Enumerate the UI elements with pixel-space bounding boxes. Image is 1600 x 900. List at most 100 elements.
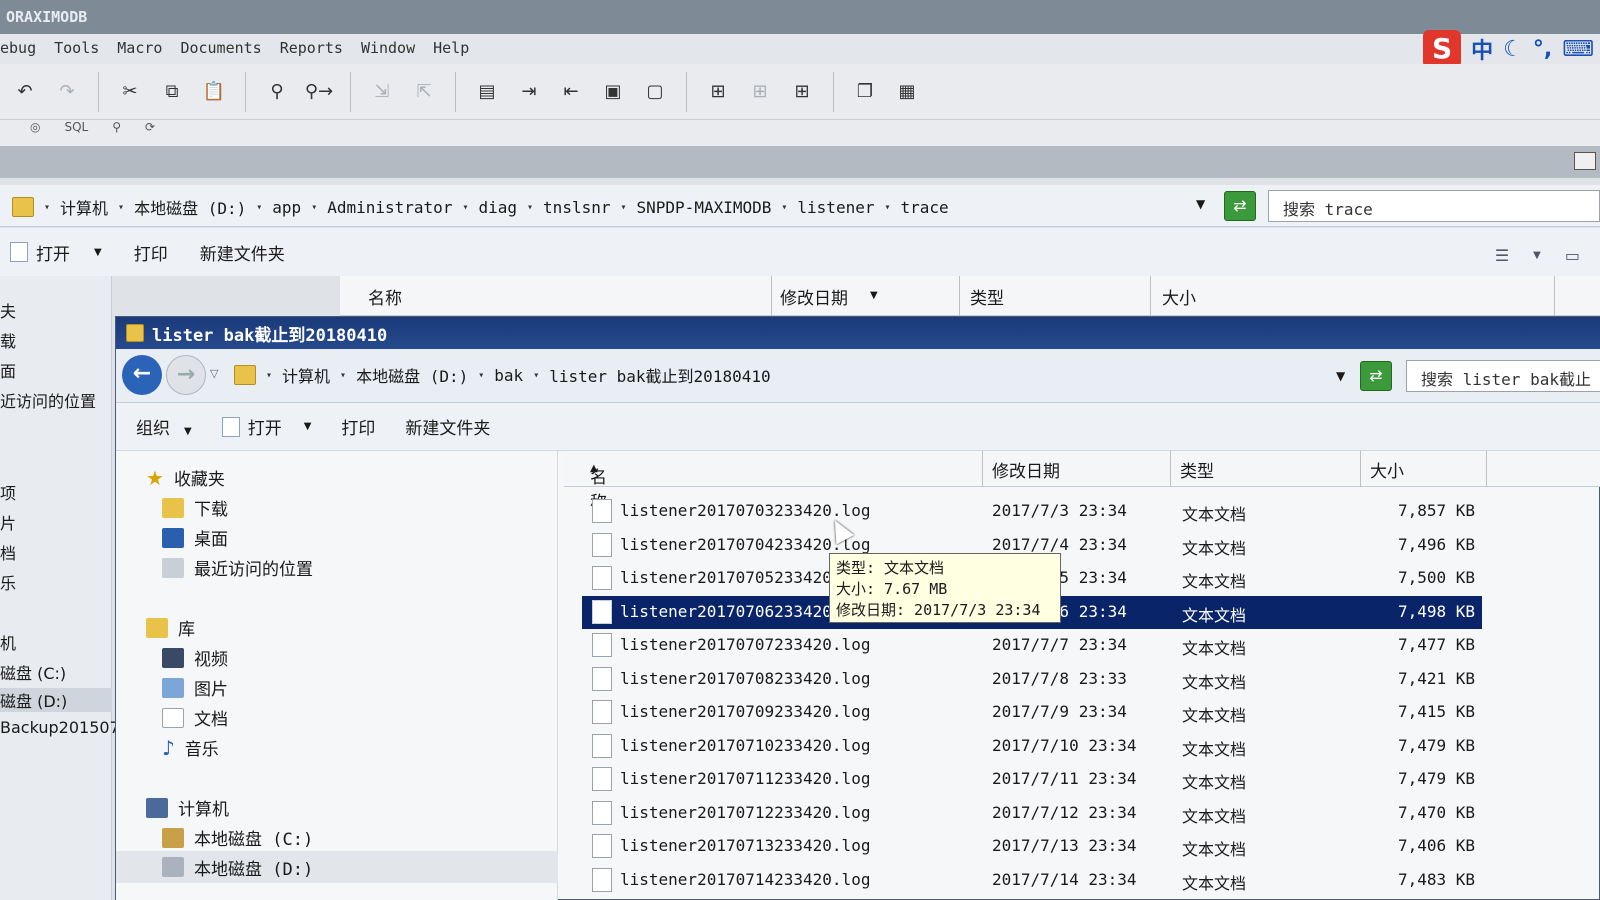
nav-desktop[interactable]: 桌面 bbox=[162, 525, 228, 550]
crumb-tnslsnr[interactable]: tnslsnr bbox=[543, 198, 610, 217]
nav-partial[interactable]: 载 bbox=[0, 328, 16, 352]
indent-icon[interactable]: ⇥ bbox=[512, 75, 546, 109]
nav-partial[interactable]: 项 bbox=[0, 480, 16, 504]
table-row[interactable]: listener20170712233420.log 2017/7/12 23:3… bbox=[582, 797, 1482, 830]
import-icon[interactable]: ⇲ bbox=[365, 75, 399, 109]
menu-documents[interactable]: Documents bbox=[180, 39, 261, 64]
search-input[interactable]: 搜索 lister bak截止 bbox=[1406, 360, 1600, 392]
history-dropdown-icon[interactable]: ▽ bbox=[210, 367, 218, 380]
refresh-icon[interactable]: ⇄ bbox=[1224, 191, 1256, 221]
binoculars-icon[interactable]: ⚲ bbox=[112, 120, 121, 146]
menu-reports[interactable]: Reports bbox=[280, 39, 343, 64]
schema-icon[interactable]: ⊞ bbox=[701, 75, 735, 109]
chevron-right-icon[interactable]: ▾ bbox=[478, 370, 484, 381]
chevron-right-icon[interactable]: ▾ bbox=[620, 202, 626, 213]
crumb-lister-bak[interactable]: lister bak截止到20180410 bbox=[549, 363, 770, 387]
table-row[interactable]: listener20170714233420.log 2017/7/14 23:3… bbox=[582, 864, 1482, 897]
moon-icon[interactable]: ☾ bbox=[1503, 37, 1523, 62]
chevron-right-icon[interactable]: ▾ bbox=[340, 370, 346, 381]
view-list-icon[interactable]: ☰ bbox=[1495, 246, 1509, 265]
chevron-right-icon[interactable]: ▾ bbox=[884, 202, 890, 213]
back-arrow-icon[interactable]: ← bbox=[122, 355, 162, 395]
crumb-diag[interactable]: diag bbox=[478, 198, 517, 217]
window-titlebar[interactable]: lister bak截止到20180410 bbox=[116, 317, 1600, 349]
print-button[interactable]: 打印 bbox=[341, 414, 375, 439]
schema-run-icon[interactable]: ⊞ bbox=[785, 75, 819, 109]
outdent-icon[interactable]: ⇤ bbox=[554, 75, 588, 109]
table-row[interactable]: listener20170713233420.log 2017/7/13 23:3… bbox=[582, 830, 1482, 863]
chevron-right-icon[interactable]: ▾ bbox=[527, 202, 533, 213]
page-red-icon[interactable]: ▣ bbox=[596, 75, 630, 109]
paste-icon[interactable]: 📋 bbox=[197, 75, 231, 109]
crumb-trace[interactable]: trace bbox=[901, 198, 949, 217]
restore-icon[interactable] bbox=[1574, 152, 1596, 170]
col-type[interactable]: 类型 bbox=[1180, 457, 1214, 482]
nav-music[interactable]: ♪ 音乐 bbox=[162, 735, 219, 761]
col-size[interactable]: 大小 bbox=[1162, 284, 1196, 309]
preview-pane-icon[interactable]: ▭ bbox=[1565, 246, 1580, 265]
nav-computer[interactable]: 计算机 bbox=[146, 795, 229, 820]
col-size[interactable]: 大小 bbox=[1370, 457, 1404, 482]
back-search-input[interactable]: 搜索 trace bbox=[1268, 190, 1600, 222]
undo-icon[interactable]: ↶ bbox=[8, 75, 42, 109]
col-name[interactable]: 名称 bbox=[368, 284, 402, 309]
punctuation-icon[interactable]: °, bbox=[1533, 37, 1552, 62]
refresh-icon[interactable]: ⟳ bbox=[145, 120, 155, 146]
sogou-logo-icon[interactable]: S bbox=[1423, 30, 1462, 68]
menu-help[interactable]: Help bbox=[433, 39, 469, 64]
crumb-computer[interactable]: 计算机 bbox=[282, 363, 330, 387]
chevron-right-icon[interactable]: ▾ bbox=[44, 202, 50, 213]
copy-icon[interactable]: ⧉ bbox=[155, 75, 189, 109]
nav-pictures[interactable]: 图片 bbox=[162, 675, 228, 700]
back-open-button[interactable]: 打开 ▼ bbox=[10, 240, 102, 265]
crumb-computer[interactable]: 计算机 bbox=[60, 195, 108, 219]
bulb-icon[interactable]: ◎ bbox=[30, 120, 40, 146]
nav-downloads[interactable]: 下载 bbox=[162, 495, 228, 520]
nav-partial[interactable]: 片 bbox=[0, 510, 16, 534]
nav-recent[interactable]: 最近访问的位置 bbox=[162, 555, 313, 580]
chevron-right-icon[interactable]: ▾ bbox=[118, 202, 124, 213]
nav-videos[interactable]: 视频 bbox=[162, 645, 228, 670]
menu-window[interactable]: Window bbox=[361, 39, 415, 64]
grid-icon[interactable]: ▦ bbox=[890, 75, 924, 109]
table-row[interactable]: listener20170708233420.log 2017/7/8 23:33… bbox=[582, 663, 1482, 696]
chevron-right-icon[interactable]: ▾ bbox=[462, 202, 468, 213]
cut-icon[interactable]: ✂ bbox=[113, 75, 147, 109]
nav-partial[interactable]: Backup2015070 bbox=[0, 718, 130, 737]
table-row[interactable]: listener20170711233420.log 2017/7/11 23:3… bbox=[582, 763, 1482, 796]
nav-partial[interactable]: 机 bbox=[0, 630, 16, 654]
crumb-disk-d[interactable]: 本地磁盘 (D:) bbox=[356, 363, 468, 387]
new-folder-button[interactable]: 新建文件夹 bbox=[405, 414, 490, 439]
back-new-folder-button[interactable]: 新建文件夹 bbox=[200, 240, 285, 265]
export-icon[interactable]: ⇱ bbox=[407, 75, 441, 109]
crumb-administrator[interactable]: Administrator bbox=[327, 198, 452, 217]
nav-libraries[interactable]: 库 bbox=[146, 615, 195, 640]
chevron-down-icon[interactable]: ▼ bbox=[870, 290, 878, 301]
crumb-host[interactable]: SNPDP-MAXIMODB bbox=[637, 198, 772, 217]
sql-icon[interactable]: SQL bbox=[64, 120, 88, 146]
nav-partial[interactable]: 磁盘 (C:) bbox=[0, 660, 66, 684]
nav-disk-c[interactable]: 本地磁盘 (C:) bbox=[162, 825, 313, 850]
nav-partial[interactable]: 乐 bbox=[0, 570, 16, 594]
redo-icon[interactable]: ↷ bbox=[50, 75, 84, 109]
page-back-icon[interactable]: ▢ bbox=[638, 75, 672, 109]
col-type[interactable]: 类型 bbox=[970, 284, 1004, 309]
nav-favorites[interactable]: ★ 收藏夹 bbox=[146, 465, 225, 491]
open-button[interactable]: 打开 ▼ bbox=[221, 414, 311, 439]
nav-partial[interactable]: 夫 bbox=[0, 298, 16, 322]
nav-partial[interactable]: 面 bbox=[0, 358, 16, 382]
back-print-button[interactable]: 打印 bbox=[134, 240, 168, 265]
menu-debug[interactable]: ebug bbox=[0, 39, 36, 64]
address-dropdown-icon[interactable]: ▼ bbox=[1196, 197, 1205, 211]
schema-disabled-icon[interactable]: ⊞ bbox=[743, 75, 777, 109]
organize-button[interactable]: 组织 ▼ bbox=[136, 414, 192, 439]
chevron-down-icon[interactable]: ▼ bbox=[94, 247, 102, 258]
col-modified[interactable]: 修改日期 bbox=[992, 457, 1060, 482]
nav-partial-selected[interactable]: 磁盘 (D:) bbox=[0, 688, 112, 712]
nav-disk-d[interactable]: 本地磁盘 (D:) bbox=[116, 851, 558, 883]
crumb-listener[interactable]: listener bbox=[797, 198, 874, 217]
forward-arrow-icon[interactable]: → bbox=[166, 355, 206, 395]
chevron-right-icon[interactable]: ▾ bbox=[781, 202, 787, 213]
chevron-right-icon[interactable]: ▾ bbox=[256, 202, 262, 213]
find-icon[interactable]: ⚲ bbox=[260, 75, 294, 109]
